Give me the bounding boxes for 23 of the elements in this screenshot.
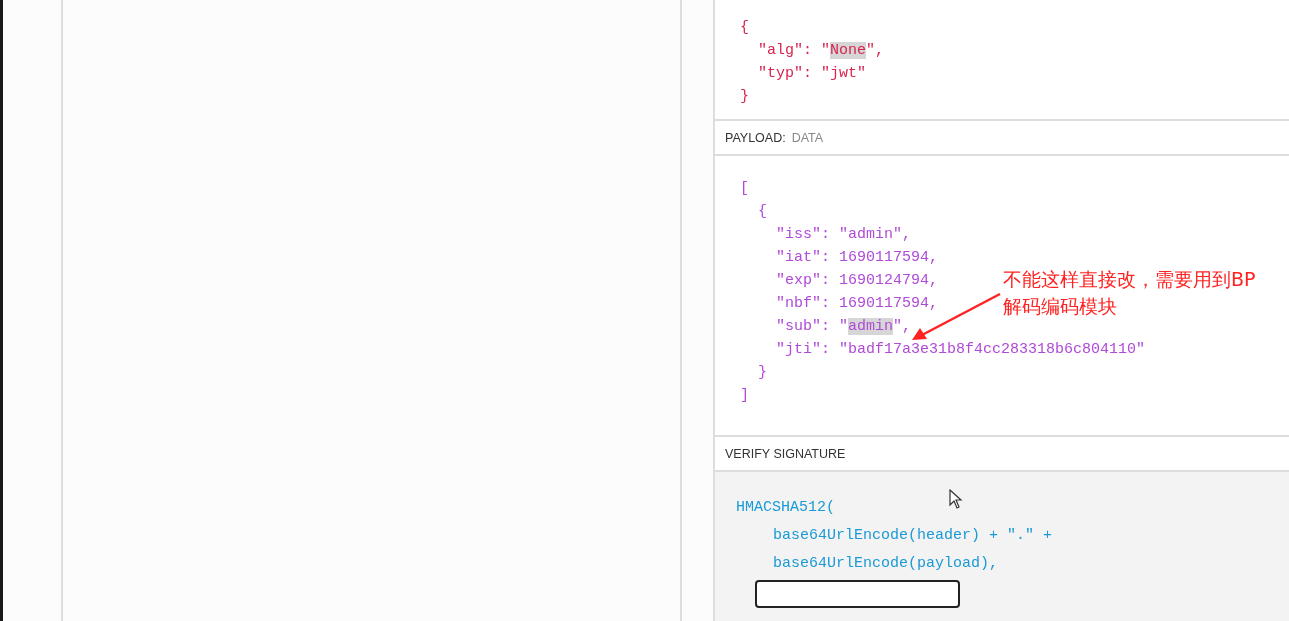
code-line: } [740,87,749,107]
code-line: { [757,202,767,222]
mouse-pointer-icon [949,489,963,509]
code-line: base64UrlEncode(header) + "." + [772,526,1053,546]
code-line: [ [740,179,749,199]
code-line: "exp": 1690124794, [775,271,939,291]
code-line: "alg": "None", [757,41,885,61]
section-title: VERIFY SIGNATURE [725,446,846,461]
code-line: ] [740,386,749,406]
code-line: } [757,363,767,383]
code-line: "jti": "badf17a3e31b8f4cc283318b6c804110" [775,340,1146,360]
code-line: "typ": "jwt" [757,64,867,84]
code-line: "nbf": 1690117594, [775,294,939,314]
secret-input-field[interactable] [755,580,960,608]
section-subtitle: DATA [791,130,824,145]
section-title: PAYLOAD: [725,130,786,145]
code-line: { [740,18,749,38]
code-line: HMACSHA512( [736,498,836,518]
code-line: "iss": "admin", [775,225,912,245]
annotation-text: 不能这样直接改，需要用到BP 解码编码模块 [1003,267,1256,319]
code-line: base64UrlEncode(payload), [772,554,999,574]
code-line: "sub": "admin", [775,317,912,337]
code-line: "iat": 1690117594, [775,248,939,268]
